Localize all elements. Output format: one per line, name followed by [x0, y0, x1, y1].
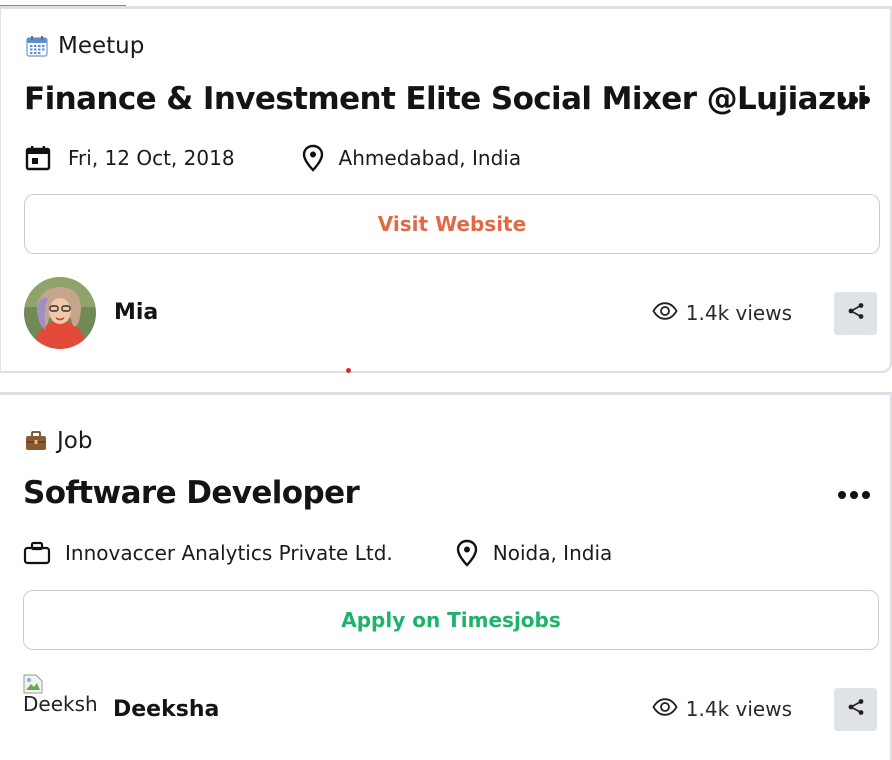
dot-icon [862, 491, 870, 499]
event-meta-row: Fri, 12 Oct, 2018 Ahmedabad, India [24, 144, 521, 172]
eye-icon [652, 301, 678, 325]
share-button[interactable] [834, 688, 877, 731]
category-label: Meetup [58, 33, 145, 59]
company: Innovaccer Analytics Private Ltd. [23, 539, 393, 567]
visit-website-button[interactable]: Visit Website [24, 194, 880, 254]
event-date-text: Fri, 12 Oct, 2018 [68, 146, 235, 170]
views-count: 1.4k views [652, 697, 792, 721]
event-title[interactable]: Finance & Investment Elite Social Mixer … [24, 81, 868, 117]
job-title[interactable]: Software Developer [23, 475, 360, 511]
job-card: Job Software Developer Innovaccer Analyt… [0, 392, 892, 760]
dot-icon [850, 96, 858, 104]
broken-image-icon [23, 674, 43, 694]
author-name[interactable]: Mia [114, 300, 158, 325]
avatar[interactable]: Deeksha [23, 674, 97, 730]
category-label: Job [57, 428, 93, 454]
category-row: Job [23, 428, 92, 454]
location-pin-icon [453, 539, 481, 567]
apply-on-timesjobs-button[interactable]: Apply on Timesjobs [23, 590, 879, 650]
more-options-button[interactable] [834, 90, 874, 110]
job-location: Noida, India [453, 539, 613, 567]
job-meta-row: Innovaccer Analytics Private Ltd. Noida,… [23, 539, 612, 567]
briefcase-emoji-icon [23, 428, 49, 454]
more-options-button[interactable] [834, 485, 874, 505]
views-count: 1.4k views [652, 301, 792, 325]
share-button[interactable] [834, 292, 877, 335]
share-icon [847, 302, 865, 325]
author-name[interactable]: Deeksha [113, 697, 219, 722]
location-pin-icon [299, 144, 327, 172]
views-text: 1.4k views [685, 301, 792, 325]
category-row: Meetup [24, 33, 144, 59]
calendar-emoji-icon [24, 33, 50, 59]
dot-icon [838, 96, 846, 104]
event-location: Ahmedabad, India [299, 144, 522, 172]
company-text: Innovaccer Analytics Private Ltd. [65, 541, 393, 565]
avatar-alt-text: Deeksha [23, 692, 97, 716]
indicator-dot [346, 368, 351, 373]
dot-icon [850, 491, 858, 499]
briefcase-icon [23, 539, 51, 567]
avatar[interactable] [24, 277, 96, 349]
views-text: 1.4k views [685, 697, 792, 721]
calendar-icon [24, 144, 52, 172]
eye-icon [652, 697, 678, 721]
share-icon [847, 698, 865, 721]
meetup-card: Meetup Finance & Investment Elite Social… [0, 6, 892, 373]
dot-icon [838, 491, 846, 499]
dot-icon [862, 96, 870, 104]
event-date: Fri, 12 Oct, 2018 [24, 144, 235, 172]
event-location-text: Ahmedabad, India [338, 146, 522, 170]
job-location-text: Noida, India [492, 541, 613, 565]
